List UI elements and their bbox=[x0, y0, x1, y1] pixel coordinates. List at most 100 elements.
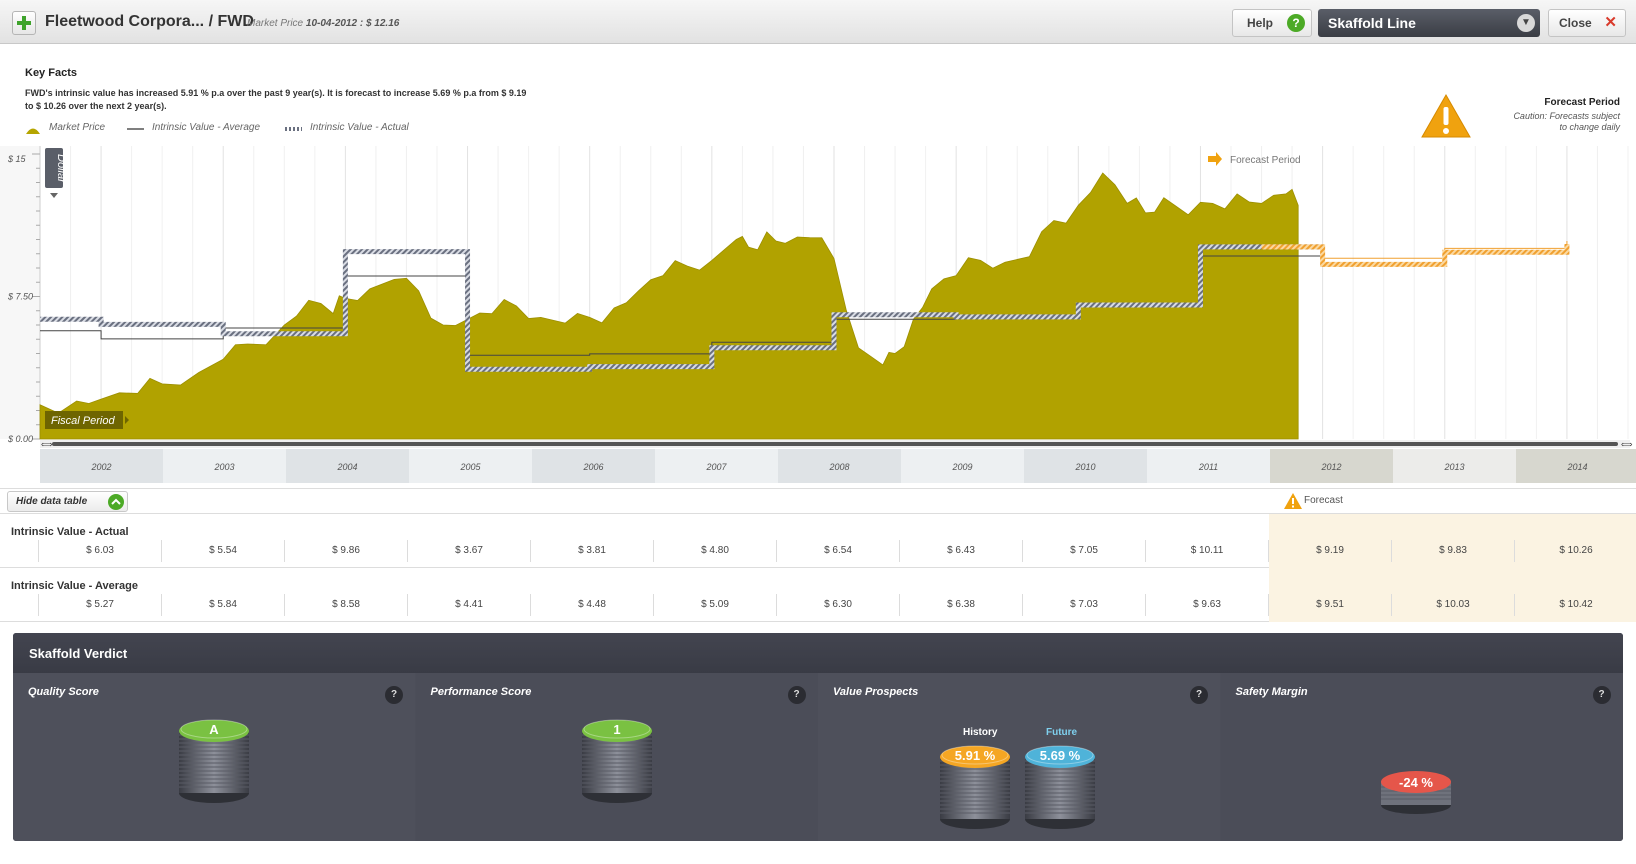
skaffold-verdict: Skaffold Verdict Quality Score? A Performa… bbox=[13, 633, 1623, 841]
forecast-period-title: Forecast Period bbox=[1544, 97, 1620, 108]
panel-title: Safety Margin bbox=[1235, 686, 1308, 698]
verdict-panel-safety-margin: Safety Margin? -24 % bbox=[1220, 673, 1623, 841]
history-label: History bbox=[963, 727, 998, 738]
timeline-scrollbar[interactable]: ⟺ ⟺ bbox=[40, 440, 1633, 449]
panel-title: Performance Score bbox=[430, 686, 532, 698]
x-tick-label: 2002 bbox=[90, 462, 111, 472]
actual-line-swatch-icon bbox=[285, 127, 302, 131]
table-cell: $ 6.54 bbox=[776, 540, 899, 562]
skaffold-app: Fleetwood Corpora... / FWD Market Price … bbox=[0, 0, 1636, 864]
year-axis: 2002 2003 2004 2005 2006 2007 2008 2009 2010 2011… bbox=[40, 449, 1636, 483]
score-value: -24 % bbox=[1399, 775, 1433, 790]
close-icon: ✕ bbox=[1604, 14, 1617, 31]
help-icon[interactable]: ? bbox=[1592, 686, 1611, 704]
table-row: Intrinsic Value - Actual $ 6.03 $ 5.54 $ 9.… bbox=[0, 514, 1636, 568]
market-price-date: 10-04-2012 bbox=[305, 18, 358, 29]
table-cell: $ 6.43 bbox=[899, 540, 1022, 562]
table-cell: $ 10.26 bbox=[1514, 540, 1636, 562]
panel-title: Value Prospects bbox=[833, 686, 919, 698]
y-tick-label: $ 0.00 bbox=[7, 434, 33, 444]
table-cell: $ 10.42 bbox=[1514, 594, 1636, 616]
table-cell: $ 4.48 bbox=[530, 594, 653, 616]
score-value: 5.69 % bbox=[1040, 748, 1081, 763]
history-stack: 5.91 % bbox=[940, 745, 1010, 829]
future-label: Future bbox=[1046, 727, 1078, 738]
x-tick-label: 2009 bbox=[951, 462, 972, 472]
market-price-label: Market Price bbox=[247, 18, 304, 29]
view-select-value: Skaffold Line bbox=[1328, 15, 1416, 31]
help-button[interactable]: Help ? bbox=[1232, 9, 1312, 37]
average-line-swatch-icon bbox=[127, 128, 144, 130]
x-tick-label: 2010 bbox=[1074, 462, 1095, 472]
help-icon: ? bbox=[1287, 14, 1305, 32]
table-cell: $ 6.38 bbox=[899, 594, 1022, 616]
future-stack: 5.69 % bbox=[1025, 745, 1095, 829]
verdict-panel-performance-score: Performance Score? 1 bbox=[415, 673, 818, 841]
table-cell: $ 8.58 bbox=[284, 594, 407, 616]
chart-container: $ 15 $ 7.50 $ 0.00 Dollar Forecast Period Fis… bbox=[0, 146, 1636, 486]
x-tick-label: 2003 bbox=[213, 462, 234, 472]
table-cell: $ 4.41 bbox=[407, 594, 530, 616]
x-tick-label: 2011 bbox=[1198, 462, 1218, 472]
table-cell: $ 5.09 bbox=[653, 594, 776, 616]
key-facts-text: FWD's intrinsic value has increased 5.91… bbox=[25, 88, 527, 111]
table-cell: $ 3.67 bbox=[407, 540, 530, 562]
close-button[interactable]: Close ✕ bbox=[1548, 9, 1626, 37]
data-table-toolbar: Hide data table Forecast bbox=[0, 488, 1636, 514]
plus-icon bbox=[17, 16, 31, 30]
table-cell: $ 5.27 bbox=[38, 594, 161, 616]
help-icon[interactable]: ? bbox=[787, 686, 806, 704]
intrinsic-value-chart[interactable]: $ 15 $ 7.50 $ 0.00 Dollar Forecast Period Fis… bbox=[0, 146, 1636, 486]
market-price-info: Market Price 10-04-2012 : $ 12.16 bbox=[247, 18, 399, 29]
close-label: Close bbox=[1559, 16, 1592, 30]
market-price-value: : $ 12.16 bbox=[359, 18, 400, 29]
verdict-panel-value-prospects: Value Prospects? History Future 5.91 % 5.69 … bbox=[818, 673, 1220, 841]
x-tick-label: 2014 bbox=[1566, 462, 1587, 472]
header-bar: Fleetwood Corpora... / FWD Market Price … bbox=[0, 0, 1636, 44]
scroll-right-icon[interactable]: ⟺ bbox=[1621, 440, 1633, 449]
view-select[interactable]: Skaffold Line ▼ bbox=[1318, 9, 1540, 37]
help-label: Help bbox=[1247, 16, 1274, 30]
table-cell: $ 5.54 bbox=[161, 540, 284, 562]
score-stack: A bbox=[179, 719, 249, 803]
add-to-watchlist-button[interactable] bbox=[12, 11, 36, 35]
table-cell: $ 9.86 bbox=[284, 540, 407, 562]
score-value: A bbox=[209, 722, 219, 737]
table-row-label: Intrinsic Value - Average bbox=[11, 580, 138, 592]
table-cell: $ 7.05 bbox=[1022, 540, 1145, 562]
forecast-period-label: Forecast Period bbox=[1230, 155, 1301, 166]
x-tick-label: 2008 bbox=[828, 462, 849, 472]
table-cell: $ 7.03 bbox=[1022, 594, 1145, 616]
help-icon[interactable]: ? bbox=[385, 686, 403, 704]
table-cell: $ 5.84 bbox=[161, 594, 284, 616]
warning-small-icon bbox=[1284, 493, 1302, 509]
fiscal-period-badge[interactable]: Fiscal Period bbox=[45, 411, 129, 429]
chevron-up-icon bbox=[108, 494, 124, 510]
verdict-header: Skaffold Verdict bbox=[13, 633, 1623, 673]
market-price-swatch-icon bbox=[26, 128, 40, 134]
table-row: Intrinsic Value - Average $ 5.27 $ 5.84 $ 8… bbox=[0, 568, 1636, 622]
table-cell: $ 6.30 bbox=[776, 594, 899, 616]
x-tick-label: 2005 bbox=[459, 462, 481, 472]
help-icon[interactable]: ? bbox=[1190, 686, 1208, 704]
safety-stack: -24 % bbox=[1380, 771, 1451, 814]
table-cell: $ 9.63 bbox=[1145, 594, 1268, 616]
key-facts-title: Key Facts bbox=[25, 67, 77, 79]
company-title: Fleetwood Corpora... / FWD bbox=[45, 13, 254, 30]
hide-data-table-button[interactable]: Hide data table bbox=[7, 491, 128, 512]
y-tick-label: $ 15 bbox=[7, 154, 27, 164]
score-value: 5.91 % bbox=[955, 748, 996, 763]
scroll-left-icon[interactable]: ⟺ bbox=[41, 440, 53, 449]
dollar-toggle-label: Dollar bbox=[55, 154, 67, 184]
x-tick-label: 2006 bbox=[582, 462, 603, 472]
x-tick-label: 2004 bbox=[336, 462, 357, 472]
panel-title: Quality Score bbox=[28, 686, 99, 698]
forecast-caution: Caution: Forecasts subject to change dai… bbox=[1513, 111, 1620, 132]
table-cell: $ 10.03 bbox=[1391, 594, 1514, 616]
score-stack: 1 bbox=[581, 719, 652, 803]
table-cell: $ 3.81 bbox=[530, 540, 653, 562]
table-cell: $ 9.19 bbox=[1268, 540, 1391, 562]
table-cell: $ 9.51 bbox=[1268, 594, 1391, 616]
fiscal-period-label: Fiscal Period bbox=[51, 415, 115, 427]
table-row-label: Intrinsic Value - Actual bbox=[11, 526, 129, 538]
